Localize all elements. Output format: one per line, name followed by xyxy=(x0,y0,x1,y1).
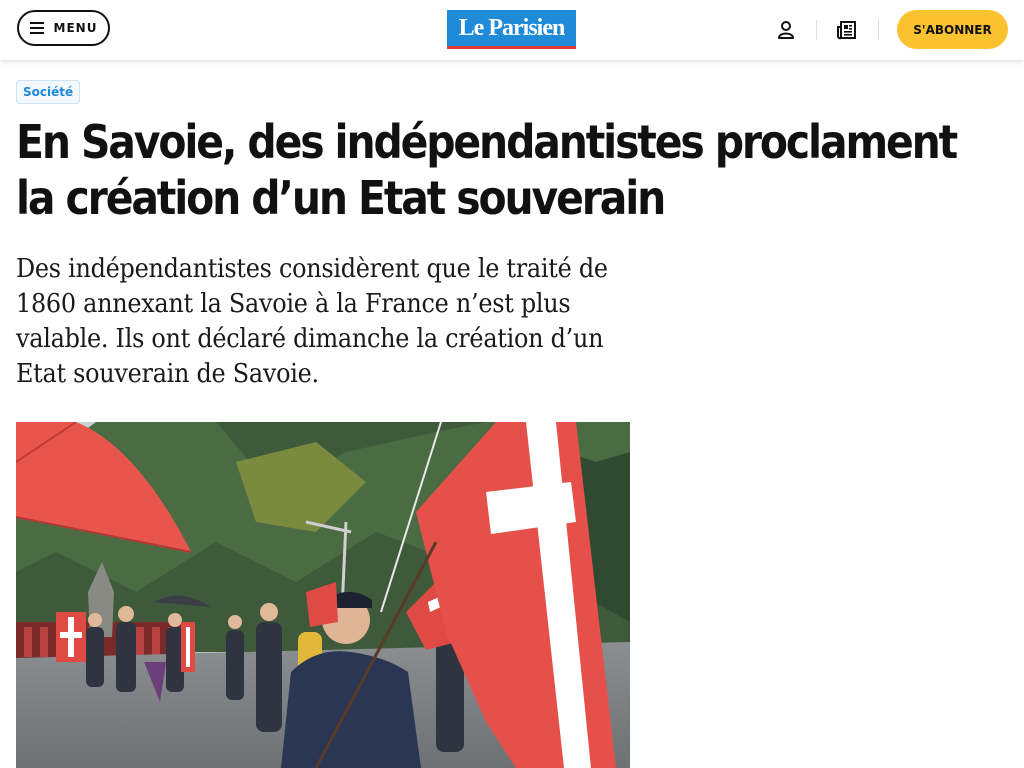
logo-text: Le Parisien xyxy=(458,14,566,41)
hamburger-icon xyxy=(29,22,44,34)
user-icon xyxy=(778,21,794,39)
menu-label: MENU xyxy=(53,21,98,35)
article-photo xyxy=(16,422,630,768)
newspaper-icon xyxy=(837,21,856,40)
journal-button[interactable] xyxy=(834,16,860,44)
account-button[interactable] xyxy=(773,16,799,44)
subscribe-button[interactable]: S'ABONNER xyxy=(897,10,1008,49)
site-logo[interactable]: Le Parisien xyxy=(447,10,576,49)
category-tag[interactable]: Société xyxy=(16,80,81,104)
header-divider xyxy=(878,20,879,40)
site-header: MENU Le Parisien S'ABONNER xyxy=(0,0,1024,60)
article-lead: Des indépendantistes considèrent que le … xyxy=(16,254,608,389)
photo-illustration xyxy=(16,422,630,768)
article-title: En Savoie, des indépendantistes proclame… xyxy=(16,115,958,225)
header-divider xyxy=(816,20,817,40)
menu-button[interactable]: MENU xyxy=(17,10,110,46)
